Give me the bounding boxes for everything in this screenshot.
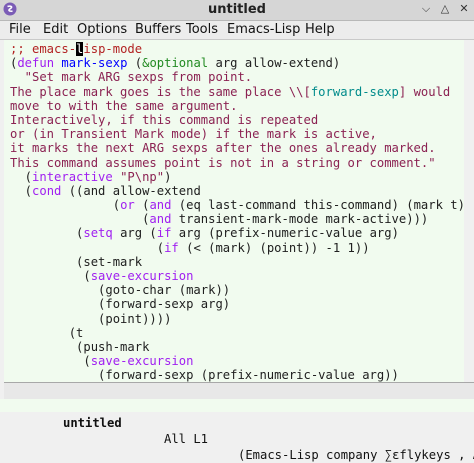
code-line[interactable]: (goto-char (mark))	[10, 283, 472, 297]
code-token: it marks the next ARG sexps after the on…	[10, 141, 436, 156]
close-icon[interactable]: ✕	[458, 3, 470, 15]
modeline-buffer-name[interactable]: untitled	[63, 415, 122, 431]
code-line[interactable]: (set-mark	[10, 255, 472, 269]
code-token: (point))))	[10, 311, 172, 326]
code-token: The place mark goes is the same place \\…	[10, 84, 311, 99]
code-token: (forward-sexp (prefix-numeric-value arg)…	[10, 368, 399, 383]
menu-buffers[interactable]: Buffers	[135, 22, 181, 37]
menu-edit[interactable]: Edit	[43, 22, 68, 37]
title-bar: untitled ⌵ △ ✕	[0, 0, 474, 21]
code-text[interactable]: ;; emacs-lisp-mode (defun mark-sexp (&opt…	[10, 42, 472, 411]
code-token: (	[134, 198, 150, 213]
code-token: (	[10, 354, 91, 369]
menu-tools[interactable]: Tools	[186, 22, 218, 37]
mode-line: U:**- untitled All L1 (Emacs-Lisp compan…	[4, 382, 474, 462]
code-token: interactive	[32, 169, 113, 184]
code-token: (	[10, 212, 150, 227]
code-line[interactable]: (t	[10, 326, 472, 340]
code-token: if	[156, 226, 172, 241]
code-token: (	[127, 56, 143, 71]
code-token: ((and allow-extend	[61, 183, 201, 198]
code-line[interactable]: (save-excursion	[10, 269, 472, 283]
code-token: (	[10, 169, 33, 184]
scrollbar[interactable]	[464, 40, 474, 382]
code-token: transient-mark-mode mark-active)))	[171, 212, 429, 227]
code-token: defun	[17, 56, 55, 71]
code-line[interactable]: (forward-sexp (prefix-numeric-value arg)…	[10, 368, 472, 382]
code-line[interactable]: or (in Transient Mark mode) if the mark …	[10, 127, 472, 141]
code-line[interactable]: (save-excursion	[10, 354, 472, 368]
code-token: (goto-char (mark))	[10, 283, 231, 298]
code-line[interactable]: (or (and (eq last-command this-command) …	[10, 198, 473, 213]
menu-options[interactable]: Options	[77, 22, 127, 37]
code-line[interactable]: (and transient-mark-mode mark-active)))	[10, 212, 472, 226]
code-token: (	[10, 240, 165, 255]
modeline-position: All L1	[164, 432, 209, 446]
menu-bar: File Edit Options Buffers Tools Emacs-Li…	[0, 21, 474, 40]
code-token: and	[149, 212, 172, 227]
code-token: (	[10, 183, 33, 198]
code-token: (	[10, 198, 121, 213]
minibuffer[interactable]	[0, 399, 474, 412]
code-token: setq	[83, 226, 113, 241]
code-token: arg (prefix-numeric-value arg)	[171, 226, 399, 241]
code-token: &optional	[142, 56, 209, 71]
code-token: ] would	[398, 84, 451, 99]
code-token: or	[120, 198, 135, 213]
code-line[interactable]: it marks the next ARG sexps after the on…	[10, 141, 472, 155]
code-line[interactable]: (setq arg (if arg (prefix-numeric-value …	[10, 226, 472, 240]
code-token: (	[10, 269, 91, 283]
code-token: (eq last-command this-command) (mark t))	[171, 198, 473, 213]
window-title: untitled	[208, 2, 266, 17]
code-token: (push-mark	[10, 339, 150, 354]
code-line[interactable]: (push-mark	[10, 340, 472, 354]
code-token: arg (	[112, 226, 157, 241]
code-line[interactable]: (defun mark-sexp (&optional arg allow-ex…	[10, 56, 472, 70]
code-line[interactable]: ;; emacs-lisp-mode	[10, 42, 472, 56]
code-token: or (in Transient Mark mode) if the mark …	[10, 127, 377, 142]
code-line[interactable]: The place mark goes is the same place \\…	[10, 85, 472, 99]
code-token: mark-sexp	[61, 56, 128, 71]
code-token: cond	[32, 183, 62, 198]
code-token: (forward-sexp arg)	[10, 297, 231, 312]
code-line[interactable]: (forward-sexp arg)	[10, 297, 472, 311]
code-token: forward-sexp	[310, 84, 399, 99]
code-token: (	[10, 226, 84, 241]
code-token: (< (mark) (point)) -1 1))	[178, 240, 370, 255]
editor-buffer[interactable]: ;; emacs-lisp-mode (defun mark-sexp (&opt…	[4, 40, 472, 411]
code-line[interactable]: "Set mark ARG sexps from point.	[10, 70, 472, 84]
menu-file[interactable]: File	[9, 22, 31, 37]
code-line[interactable]: move to with the same argument.	[10, 99, 472, 113]
code-line[interactable]: (interactive "P\np")	[10, 170, 472, 184]
code-token: if	[164, 240, 179, 255]
code-token: save-excursion	[90, 354, 194, 369]
code-token: arg allow-extend)	[208, 56, 341, 71]
menu-emacs-lisp[interactable]: Emacs-Lisp	[227, 22, 300, 37]
code-token: save-excursion	[90, 269, 194, 283]
maximize-icon[interactable]: △	[439, 3, 451, 15]
code-token: move to with the same argument.	[10, 98, 238, 113]
code-token: )	[164, 169, 172, 184]
code-line[interactable]: (if (< (mark) (point)) -1 1))	[10, 241, 472, 255]
modeline-modes[interactable]: (Emacs-Lisp company ∑εflykeys , Abl	[238, 447, 474, 463]
code-token: (set-mark	[10, 254, 143, 269]
code-line[interactable]: Interactively, if this command is repeat…	[10, 113, 472, 127]
code-token: This command assumes point is not in a s…	[10, 155, 436, 170]
code-token: ;; emacs-	[10, 42, 77, 56]
minimize-icon[interactable]: ⌵	[420, 3, 432, 15]
code-token: "P\np"	[120, 169, 165, 184]
code-token: and	[149, 198, 172, 213]
code-line[interactable]: (point))))	[10, 312, 472, 326]
code-token: isp-mode	[83, 42, 143, 56]
code-token: "Set mark ARG sexps from point.	[10, 70, 253, 85]
code-line[interactable]: (cond ((and allow-extend	[10, 184, 472, 198]
code-token: Interactively, if this command is repeat…	[10, 112, 319, 127]
code-line[interactable]: This command assumes point is not in a s…	[10, 156, 472, 170]
code-token: (t	[10, 325, 84, 340]
menu-help[interactable]: Help	[305, 22, 335, 37]
